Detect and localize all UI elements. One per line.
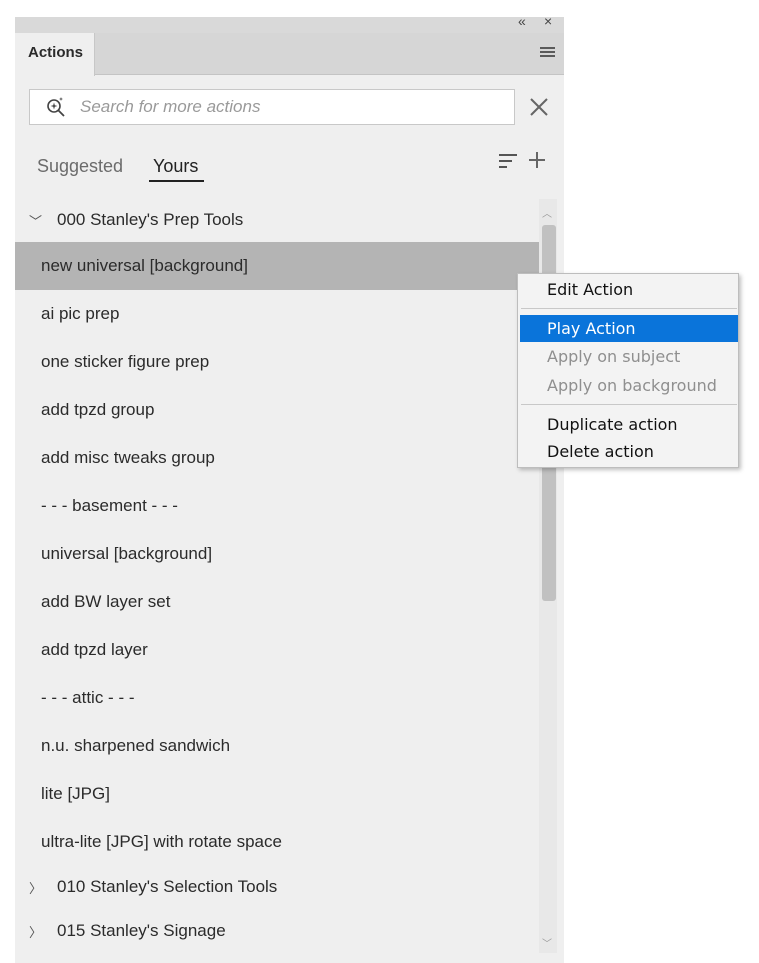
action-label: universal [background] bbox=[41, 544, 213, 563]
action-set-label: 000 Stanley's Prep Tools bbox=[57, 210, 244, 229]
search-input[interactable] bbox=[80, 97, 480, 117]
menu-divider bbox=[521, 404, 737, 405]
action-label: add tpzd layer bbox=[41, 640, 148, 659]
action-item[interactable]: add tpzd layer bbox=[15, 626, 539, 674]
action-label: add misc tweaks group bbox=[41, 448, 215, 467]
action-item[interactable]: - - - attic - - - bbox=[15, 674, 539, 722]
action-label: - - - basement - - - bbox=[41, 496, 178, 515]
action-item[interactable]: ai pic prep bbox=[15, 290, 539, 338]
chevron-down-icon[interactable]: ﹀ bbox=[29, 211, 45, 230]
action-item[interactable]: add BW layer set bbox=[15, 578, 539, 626]
action-label: ai pic prep bbox=[41, 304, 120, 323]
action-list: new universal [background] ai pic prep o… bbox=[15, 242, 539, 866]
tab-suggested[interactable]: Suggested bbox=[37, 156, 123, 177]
panel-top-strip: « × bbox=[15, 13, 564, 33]
actions-panel: Actions Suggested Yours bbox=[15, 33, 564, 963]
active-tab-underline bbox=[149, 180, 204, 182]
action-item[interactable]: n.u. sharpened sandwich bbox=[15, 722, 539, 770]
action-set-selection-tools[interactable]: 〉 010 Stanley's Selection Tools bbox=[15, 865, 539, 909]
add-action-icon[interactable] bbox=[528, 151, 546, 169]
action-item[interactable]: new universal [background] bbox=[15, 242, 539, 290]
menu-item-apply-on-background: Apply on background bbox=[547, 376, 717, 395]
panel-menu-icon[interactable] bbox=[540, 47, 555, 59]
menu-item-play-action[interactable]: Play Action bbox=[520, 315, 738, 342]
action-label: new universal [background] bbox=[41, 256, 248, 275]
action-label: one sticker figure prep bbox=[41, 352, 210, 371]
chevron-right-icon[interactable]: 〉 bbox=[29, 878, 45, 897]
action-label: - - - attic - - - bbox=[41, 688, 135, 707]
tab-yours[interactable]: Yours bbox=[153, 156, 198, 177]
scroll-down-icon[interactable]: ﹀ bbox=[542, 935, 552, 950]
action-item[interactable]: - - - basement - - - bbox=[15, 482, 539, 530]
context-menu: Edit Action Play Action Apply on subject… bbox=[517, 273, 739, 468]
action-label: lite [JPG] bbox=[41, 784, 110, 803]
action-item[interactable]: ultra-lite [JPG] with rotate space bbox=[15, 818, 539, 866]
menu-divider bbox=[521, 308, 737, 309]
tab-actions-label: Actions bbox=[28, 44, 84, 61]
tab-actions[interactable]: Actions bbox=[15, 33, 95, 76]
action-label: n.u. sharpened sandwich bbox=[41, 736, 231, 755]
action-set-signage[interactable]: 〉 015 Stanley's Signage bbox=[15, 909, 539, 953]
search-box bbox=[29, 89, 515, 125]
scroll-up-icon[interactable]: ︿ bbox=[542, 205, 552, 220]
action-label: add tpzd group bbox=[41, 400, 155, 419]
chevron-right-icon[interactable]: 〉 bbox=[29, 922, 45, 941]
menu-item-duplicate-action[interactable]: Duplicate action bbox=[520, 411, 738, 438]
action-set-label: 015 Stanley's Signage bbox=[57, 921, 226, 940]
action-set-label: 010 Stanley's Selection Tools bbox=[57, 877, 278, 896]
action-item[interactable]: lite [JPG] bbox=[15, 770, 539, 818]
action-set-prep-tools[interactable]: ﹀ 000 Stanley's Prep Tools bbox=[15, 198, 539, 242]
action-item[interactable]: add misc tweaks group bbox=[15, 434, 539, 482]
action-label: add BW layer set bbox=[41, 592, 171, 611]
menu-item-edit-action[interactable]: Edit Action bbox=[520, 276, 738, 303]
search-sparkle-icon bbox=[47, 97, 65, 117]
action-item[interactable]: one sticker figure prep bbox=[15, 338, 539, 386]
action-label: ultra-lite [JPG] with rotate space bbox=[41, 832, 282, 851]
sort-icon[interactable] bbox=[498, 153, 518, 169]
collapse-icon[interactable]: « bbox=[518, 13, 526, 29]
menu-item-apply-on-subject: Apply on subject bbox=[547, 347, 681, 366]
clear-search-icon[interactable] bbox=[528, 96, 550, 118]
menu-item-delete-action[interactable]: Delete action bbox=[520, 438, 738, 465]
action-item[interactable]: universal [background] bbox=[15, 530, 539, 578]
close-icon[interactable]: × bbox=[544, 13, 552, 29]
action-item[interactable]: add tpzd group bbox=[15, 386, 539, 434]
panel-tab-bar: Actions bbox=[15, 33, 564, 76]
